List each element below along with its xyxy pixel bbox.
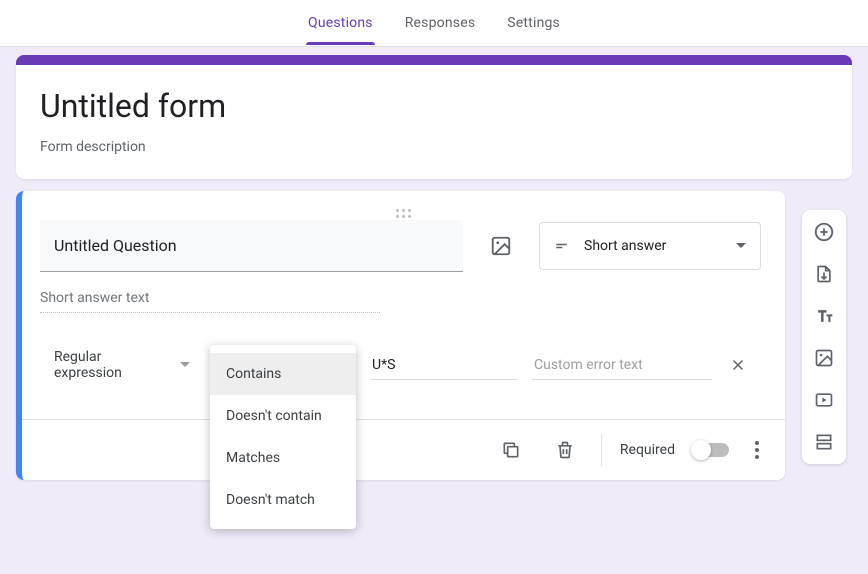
duplicate-button[interactable] [493, 432, 529, 468]
import-questions-button[interactable] [810, 260, 838, 288]
chevron-down-icon [736, 241, 746, 251]
add-title-button[interactable] [810, 302, 838, 330]
tab-responses[interactable]: Responses [403, 1, 478, 45]
dropdown-item-doesnt-match[interactable]: Doesn't match [210, 479, 356, 521]
short-answer-icon [554, 237, 572, 255]
divider [601, 434, 602, 466]
validation-type-label: Regular expression [54, 349, 170, 381]
dropdown-item-contains[interactable]: Contains [210, 353, 356, 395]
chevron-down-icon [180, 360, 190, 370]
question-card: Short answer Short answer text Regular e… [16, 191, 785, 480]
add-question-button[interactable] [810, 218, 838, 246]
dropdown-item-matches[interactable]: Matches [210, 437, 356, 479]
add-image-button[interactable] [481, 226, 521, 266]
answer-placeholder: Short answer text [40, 290, 380, 313]
form-title[interactable]: Untitled form [40, 87, 828, 125]
question-footer: Required [22, 419, 785, 480]
text-icon [814, 306, 834, 326]
side-toolbar [802, 210, 846, 464]
close-icon [729, 356, 747, 374]
drag-handle[interactable] [22, 191, 785, 220]
validation-pattern-input[interactable] [370, 351, 518, 380]
header-accent [16, 55, 852, 65]
validation-type-select[interactable]: Regular expression [40, 341, 196, 389]
required-label: Required [620, 442, 675, 458]
form-canvas: Untitled form Form description Short ans… [0, 47, 868, 496]
add-section-button[interactable] [810, 428, 838, 456]
video-icon [814, 390, 834, 410]
more-options-button[interactable] [747, 433, 767, 467]
dropdown-item-doesnt-contain[interactable]: Doesn't contain [210, 395, 356, 437]
question-type-label: Short answer [584, 238, 724, 254]
required-toggle[interactable] [693, 443, 729, 457]
validation-row: Regular expression Contains Doesn't cont… [40, 341, 761, 389]
delete-button[interactable] [547, 432, 583, 468]
form-header-card: Untitled form Form description [16, 55, 852, 179]
plus-circle-icon [813, 221, 835, 243]
import-icon [814, 264, 834, 284]
image-icon [490, 235, 512, 257]
question-title-input[interactable] [40, 220, 463, 272]
tab-questions[interactable]: Questions [306, 1, 375, 45]
question-type-select[interactable]: Short answer [539, 222, 761, 270]
validation-condition-menu: Contains Doesn't contain Matches Doesn't… [210, 345, 356, 529]
image-icon [814, 348, 834, 368]
add-video-button[interactable] [810, 386, 838, 414]
add-image-section-button[interactable] [810, 344, 838, 372]
section-icon [814, 432, 834, 452]
trash-icon [555, 440, 575, 460]
tabs-bar: Questions Responses Settings [0, 0, 868, 47]
copy-icon [501, 440, 521, 460]
tab-settings[interactable]: Settings [505, 1, 562, 45]
validation-error-input[interactable] [532, 351, 712, 380]
form-description[interactable]: Form description [40, 139, 828, 155]
remove-validation-button[interactable] [726, 353, 750, 377]
